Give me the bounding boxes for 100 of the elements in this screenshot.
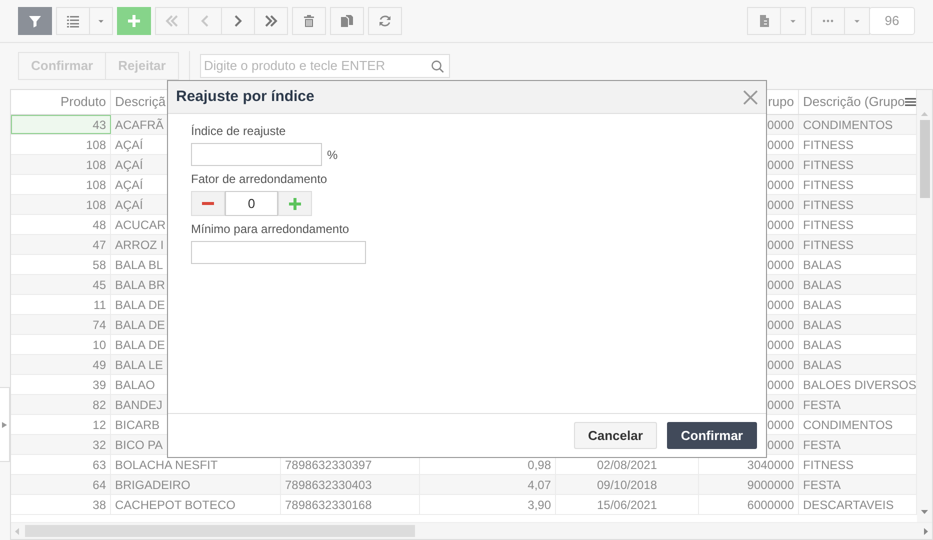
double-chevron-left-icon <box>165 14 179 28</box>
table-cell-text: 0000 <box>767 356 794 374</box>
column-header[interactable]: Descrição (Grupo <box>803 92 905 112</box>
decrement-button[interactable] <box>191 191 225 216</box>
filter-icon <box>28 14 42 28</box>
table-cell-text: BALAS <box>803 256 842 274</box>
table-cell-text: 108 <box>86 156 106 174</box>
column-header[interactable]: Produto <box>60 92 106 112</box>
table-cell-text: 0000 <box>767 376 794 394</box>
table-cell-text: BALAS <box>803 276 842 294</box>
table-cell-text: 0000 <box>767 256 794 274</box>
table-cell-text: FITNESS <box>803 456 854 474</box>
input-field[interactable] <box>191 143 322 166</box>
export-button[interactable] <box>747 7 781 35</box>
search-field[interactable]: Digite o produto e tecle ENTER <box>200 54 450 78</box>
table-cell-text: 108 <box>86 176 106 194</box>
scroll-right-icon <box>924 528 928 534</box>
plus-icon <box>289 198 301 210</box>
scroll-down-icon <box>921 510 928 514</box>
table-cell-text: 43 <box>92 116 106 134</box>
table-cell-text: FITNESS <box>803 156 854 174</box>
trash-icon <box>302 14 316 28</box>
dropdown-button[interactable] <box>844 7 870 35</box>
table-cell-text: 09/10/2018 <box>596 476 658 494</box>
table-cell-text: BANDEJ <box>115 396 162 414</box>
column-header[interactable]: Descriçã <box>115 92 166 112</box>
table-cell-text: 39 <box>92 376 106 394</box>
table-cell-text: 0000 <box>767 436 794 454</box>
table-cell-text: BRIGADEIRO <box>115 476 190 494</box>
table-cell-text: 12 <box>92 416 106 434</box>
menu-icon[interactable] <box>905 97 916 107</box>
table-cell-text: 0,98 <box>528 456 551 474</box>
field-label: Índice de reajuste <box>191 123 287 140</box>
filter-button[interactable] <box>18 7 52 35</box>
table-cell-text: ACUCAR <box>115 216 166 234</box>
table-cell-text: CACHEPOT BOTECO <box>115 496 236 514</box>
table-cell-text: FITNESS <box>803 196 854 214</box>
search-icon <box>430 60 444 72</box>
scroll-thumb[interactable] <box>920 120 930 198</box>
table-cell-text: AÇAÍ <box>115 156 144 174</box>
table-cell-text: 82 <box>92 396 106 414</box>
table-cell-text: 10 <box>92 336 106 354</box>
table-cell-text: 6000000 <box>747 496 794 514</box>
add-button[interactable] <box>117 7 151 35</box>
confirm-button[interactable]: Confirmar <box>666 422 757 449</box>
table-cell-text: 0000 <box>767 176 794 194</box>
table-cell-text: AÇAÍ <box>115 176 144 194</box>
table-cell-text: 0000 <box>767 416 794 434</box>
minus-icon <box>202 202 214 206</box>
column-header[interactable]: rupo <box>768 92 794 112</box>
table-cell-text: 0000 <box>767 136 794 154</box>
table-cell-text: 0000 <box>767 396 794 414</box>
table-cell-text: 7898632330168 <box>285 496 372 514</box>
more-button[interactable] <box>811 7 845 35</box>
close-icon[interactable] <box>743 90 758 104</box>
table-cell-text: BALA BL <box>115 256 164 274</box>
table-cell-text: FESTA <box>803 476 841 494</box>
next-button[interactable] <box>221 7 255 35</box>
list-button[interactable] <box>56 7 90 35</box>
table-cell-text: BALAO <box>115 376 156 394</box>
table-cell-text: 47 <box>92 236 106 254</box>
input-field[interactable] <box>191 241 366 264</box>
table-cell-text: 02/08/2021 <box>596 456 658 474</box>
table-cell-text: BICARB <box>115 416 160 434</box>
table-cell-text: 64 <box>92 476 106 494</box>
table-cell-text: 49 <box>92 356 106 374</box>
refresh-button[interactable] <box>368 7 402 35</box>
first-button[interactable] <box>155 7 189 35</box>
table-cell-text: CONDIMENTOS <box>803 116 893 134</box>
table-cell-text: 0000 <box>767 316 794 334</box>
dropdown-button[interactable] <box>780 7 806 35</box>
table-cell-text: 11 <box>94 296 106 314</box>
document-icon <box>757 14 771 28</box>
table-cell-text: FESTA <box>803 396 841 414</box>
table-cell-text: 15/06/2021 <box>596 496 658 514</box>
scroll-thumb[interactable] <box>25 525 415 537</box>
vertical-scrollbar[interactable] <box>917 90 932 522</box>
table-cell-text: BALAS <box>803 336 842 354</box>
table-cell-text: 7898632330403 <box>285 476 372 494</box>
copy-button[interactable] <box>330 7 364 35</box>
last-button[interactable] <box>254 7 288 35</box>
table-cell-text: BALOES DIVERSOS <box>803 376 916 394</box>
number-field[interactable]: 0 <box>225 191 278 216</box>
unit-label: % <box>327 146 338 164</box>
increment-button[interactable] <box>278 191 312 216</box>
table-cell-text: DESCARTAVEIS <box>803 496 894 514</box>
side-panel-toggle[interactable] <box>0 387 10 462</box>
cancel-button[interactable]: Cancelar <box>574 422 657 449</box>
table-cell-text: 108 <box>86 196 106 214</box>
delete-button[interactable] <box>292 7 326 35</box>
table-cell-text: 7898632330397 <box>285 456 372 474</box>
horizontal-scrollbar[interactable] <box>11 522 932 539</box>
table-cell-text: BICO PA <box>115 436 163 454</box>
expand-icon <box>2 422 7 428</box>
count-badge: 96 <box>869 7 915 35</box>
refresh-icon <box>378 14 392 28</box>
table-cell-text: FITNESS <box>803 236 854 254</box>
table-cell-text: 45 <box>92 276 106 294</box>
plus-icon <box>127 14 141 28</box>
field-label: Mínimo para arredondamento <box>191 221 350 238</box>
